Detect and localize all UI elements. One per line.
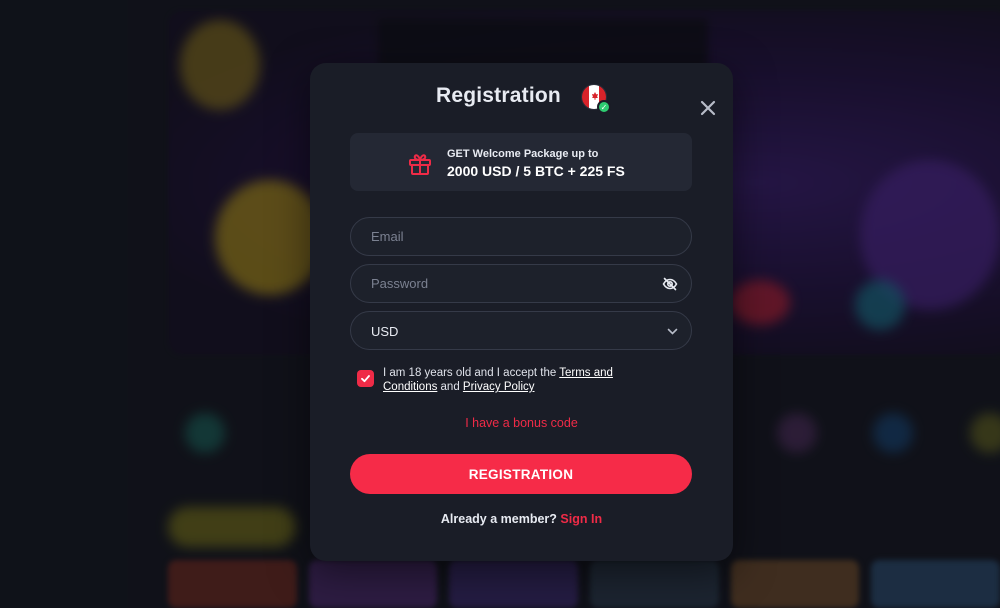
privacy-policy-link[interactable]: Privacy Policy [463, 381, 535, 393]
checkmark-icon [361, 375, 370, 383]
close-icon[interactable] [698, 98, 718, 118]
password-field[interactable] [350, 264, 692, 303]
registration-submit-button[interactable]: REGISTRATION [350, 454, 692, 494]
eye-off-icon[interactable] [662, 276, 678, 292]
email-field[interactable] [350, 217, 692, 256]
promo-amount: 2000 USD / 5 BTC + 225 FS [447, 163, 625, 179]
agreement-text: I am 18 years old and I accept the Terms… [383, 366, 653, 394]
modal-header: Registration ✓ [310, 83, 733, 116]
email-input[interactable] [351, 218, 691, 255]
already-member-text: Already a member? [440, 512, 557, 526]
agree-checkbox[interactable] [357, 370, 374, 387]
promo-subtitle: GET Welcome Package up to [447, 148, 599, 160]
sign-in-prompt: Already a member? Sign In [310, 512, 733, 526]
agreement-text-before: I am 18 years old and I accept the [383, 367, 560, 379]
currency-select[interactable]: USD [350, 311, 692, 350]
registration-modal: Registration ✓ GET Welcome Package up to… [310, 63, 733, 561]
password-input[interactable] [351, 265, 691, 302]
currency-value: USD [371, 324, 399, 339]
bonus-code-link[interactable]: I have a bonus code [310, 416, 733, 430]
gift-icon [406, 149, 434, 177]
sign-in-link[interactable]: Sign In [560, 512, 602, 526]
agreement-text-middle: and [437, 381, 463, 393]
chevron-down-icon [666, 325, 679, 338]
verified-check-icon: ✓ [597, 100, 611, 114]
welcome-package-banner: GET Welcome Package up to 2000 USD / 5 B… [350, 133, 692, 191]
modal-title: Registration [436, 84, 561, 107]
